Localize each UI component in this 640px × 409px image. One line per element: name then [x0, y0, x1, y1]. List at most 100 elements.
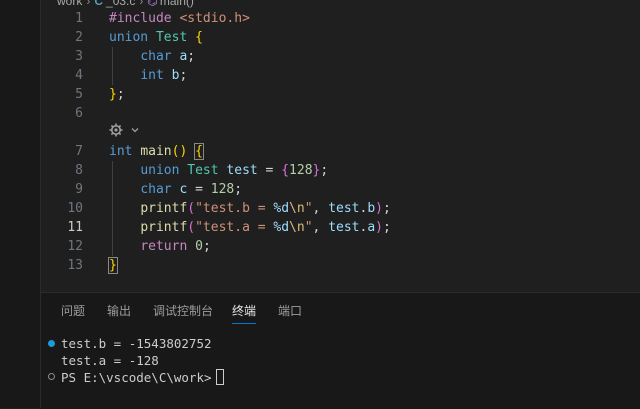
code-token: main: [140, 144, 172, 159]
line-number: 2: [75, 30, 83, 45]
terminal-output-line: test.b = -1543802752: [61, 336, 212, 351]
code-token: ,: [312, 201, 329, 216]
code-token: \n: [289, 220, 305, 235]
code-line[interactable]: char a;: [109, 47, 195, 66]
line-number: 3: [75, 49, 83, 64]
code-token: printf: [140, 201, 188, 216]
code-token: (): [171, 144, 188, 159]
code-token: char: [140, 49, 172, 64]
code-token: 128: [210, 182, 235, 197]
code-token: ): [375, 201, 383, 216]
chevron-right-icon: ›: [86, 0, 91, 8]
line-number: 8: [75, 163, 83, 178]
line-number: 6: [75, 106, 83, 121]
code-token: \n: [289, 201, 305, 216]
code-line[interactable]: #include <stdio.h>: [109, 9, 250, 28]
code-token: <stdio.h>: [179, 11, 250, 26]
code-token: 128: [289, 163, 313, 178]
tab-problems[interactable]: 问题: [61, 301, 85, 323]
code-token: ;: [320, 163, 329, 178]
code-line[interactable]: printf("test.b = %d\n", test.b);: [109, 199, 391, 218]
tab-ports[interactable]: 端口: [278, 301, 302, 323]
code-token: Test: [187, 163, 219, 178]
code-token: {: [194, 143, 204, 160]
code-token: union: [109, 30, 149, 45]
line-number: 1: [75, 11, 83, 26]
code-token: {: [195, 30, 203, 45]
code-token: {: [281, 163, 290, 178]
code-token: =: [257, 163, 282, 178]
code-line[interactable]: int main() {: [109, 142, 204, 161]
code-token: (: [187, 201, 196, 216]
line-number: 5: [75, 87, 83, 102]
code-token: %d: [273, 201, 290, 216]
terminal-prompt-text: PS E:\vscode\C\work>: [61, 370, 212, 385]
activity-bar: [0, 0, 41, 408]
command-decoration-dot[interactable]: [48, 373, 55, 380]
code-token: ;: [234, 182, 243, 197]
code-token: ;: [179, 68, 188, 83]
line-number: 9: [75, 182, 83, 197]
code-token: b: [367, 201, 376, 216]
command-success-dot[interactable]: [48, 340, 55, 347]
breadcrumb-file[interactable]: _03.c: [106, 0, 135, 8]
code-line[interactable]: return 0;: [109, 237, 211, 256]
code-token: int: [109, 144, 133, 159]
code-token: ;: [382, 220, 391, 235]
codelens[interactable]: [109, 122, 140, 141]
code-line[interactable]: union Test test = {128};: [109, 161, 328, 180]
code-line[interactable]: }: [108, 256, 118, 275]
code-token: test: [328, 220, 360, 235]
code-token: ,: [312, 220, 329, 235]
code-line[interactable]: union Test {: [109, 28, 203, 47]
code-editor[interactable]: work › C _03.c › ⌬ main() 1 2 3 4 5 6 7 8 9 10 11 12 13 #i…: [41, 0, 640, 292]
chevron-down-icon: [131, 128, 139, 133]
function-icon: ⌬: [147, 0, 158, 8]
tab-terminal[interactable]: 终端: [232, 301, 257, 324]
code-token: test: [328, 201, 360, 216]
code-token: 0: [195, 239, 203, 254]
code-token: ;: [116, 87, 125, 102]
code-line[interactable]: };: [109, 85, 125, 104]
code-token: ;: [382, 201, 391, 216]
code-token: ;: [187, 49, 196, 64]
line-number: 10: [67, 201, 83, 216]
code-token: "test.a =: [195, 220, 274, 235]
breadcrumb-symbol[interactable]: main(): [160, 0, 194, 8]
code-token: }: [109, 87, 117, 102]
code-token: (: [187, 220, 196, 235]
gear-icon: [109, 123, 123, 137]
terminal-prompt[interactable]: PS E:\vscode\C\work>: [61, 369, 224, 386]
code-line[interactable]: char c = 128;: [109, 180, 242, 199]
code-token: int: [140, 68, 164, 83]
code-token: %d: [273, 220, 290, 235]
code-token: ": [304, 201, 313, 216]
line-number: 7: [75, 144, 83, 159]
code-token: ": [304, 220, 313, 235]
code-line[interactable]: int b;: [109, 66, 187, 85]
code-token: Test: [155, 30, 188, 45]
terminal-output-line: test.a = -128: [61, 353, 159, 368]
breadcrumb: work › C _03.c › ⌬ main(): [57, 0, 194, 9]
c-file-icon: C: [94, 0, 104, 8]
code-token: ): [375, 220, 383, 235]
bottom-panel: 问题 输出 调试控制台 终端 端口 test.b = -1543802752 t…: [41, 292, 640, 409]
tab-output[interactable]: 输出: [107, 301, 131, 323]
tab-debug-console[interactable]: 调试控制台: [153, 301, 213, 323]
code-token: ;: [202, 239, 211, 254]
code-token: =: [187, 182, 211, 197]
code-line[interactable]: printf("test.a = %d\n", test.a);: [109, 218, 391, 237]
breadcrumb-folder[interactable]: work: [57, 0, 82, 8]
code-token: union: [140, 163, 180, 178]
code-token: return: [140, 239, 188, 254]
